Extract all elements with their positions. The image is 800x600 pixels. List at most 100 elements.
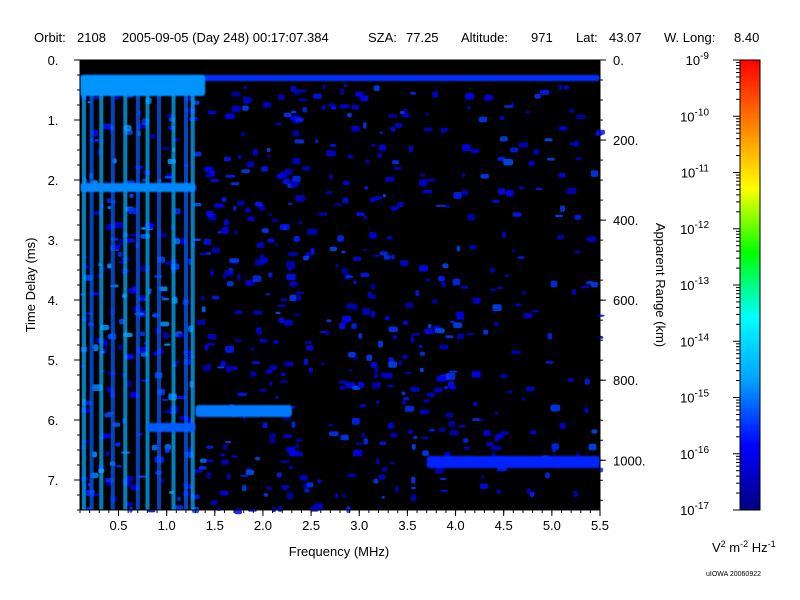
x-tick-label: 2.5 (302, 518, 320, 533)
echo-speckle (259, 338, 268, 343)
echo-speckle (304, 488, 310, 493)
echo-speckle (522, 291, 527, 295)
echo-speckle (233, 205, 237, 211)
echo-speckle (452, 278, 461, 286)
echo-speckle (254, 259, 264, 266)
echo-speckle (201, 306, 206, 313)
echo-speckle (241, 169, 251, 173)
echo-speckle (276, 472, 282, 478)
echo-speckle (284, 168, 293, 176)
echo-speckle (500, 431, 510, 435)
resonance-streak (81, 78, 86, 510)
echo-speckle (255, 456, 261, 461)
echo-speckle (277, 505, 283, 512)
colorbar-tick-label: 10-11 (681, 164, 710, 181)
echo-speckle (176, 496, 181, 501)
echo-speckle (335, 493, 339, 499)
echo-speckle (472, 297, 481, 304)
resonance-streak (145, 78, 150, 510)
echo-speckle (196, 319, 206, 326)
echo-speckle (533, 149, 540, 155)
echo-speckle (237, 392, 247, 397)
echo-speckle (465, 92, 474, 100)
echo-speckle (140, 295, 145, 302)
echo-speckle (277, 304, 286, 307)
echo-speckle (342, 197, 349, 204)
echo-speckle (521, 397, 526, 401)
echo-speckle (574, 214, 582, 220)
echo-speckle (559, 422, 566, 429)
echo-speckle (440, 130, 447, 133)
echo-speckle (402, 320, 408, 325)
echo-speckle (346, 473, 357, 477)
echo-speckle (245, 469, 254, 475)
colorbar: 10-9 10-10 10-11 10-12 10-13 10-14 10-15 10-16 1… (680, 51, 776, 555)
echo-speckle (263, 493, 269, 497)
echo-speckle (341, 268, 349, 274)
echo-speckle (210, 179, 220, 183)
echo-speckle (563, 85, 570, 90)
echo-speckle (396, 202, 404, 208)
echo-speckle (328, 424, 334, 427)
echo-speckle (425, 112, 429, 116)
echo-speckle (289, 294, 297, 302)
echo-speckle (382, 467, 388, 472)
echo-speckle (453, 192, 462, 199)
echo-speckle (326, 150, 336, 157)
echo-speckle (400, 260, 409, 266)
echo-speckle (403, 397, 410, 401)
ionogram-plot-area (79, 59, 605, 515)
echo-speckle (206, 445, 214, 449)
echo-speckle (503, 158, 513, 166)
echo-speckle (426, 178, 435, 182)
echo-speckle (507, 390, 513, 394)
y2-tick-label: 0. (613, 53, 624, 68)
echo-speckle (159, 321, 170, 327)
echo-speckle (456, 311, 464, 318)
echo-speckle (388, 326, 398, 332)
colorbar-tick-label: 10-16 (680, 445, 709, 462)
echo-speckle (456, 245, 461, 252)
echo-speckle (266, 154, 270, 159)
echo-speckle (326, 319, 332, 323)
echo-speckle (275, 311, 281, 314)
echo-speckle (223, 444, 228, 451)
echo-trace (80, 183, 196, 192)
echo-speckle (502, 231, 507, 239)
echo-speckle (287, 266, 293, 271)
echo-speckle (419, 174, 425, 177)
echo-speckle (346, 303, 356, 310)
echo-speckle (483, 433, 492, 436)
echo-speckle (269, 438, 276, 444)
colorbar-unit-label: V2 m-2 Hz-1 (712, 539, 776, 555)
echo-speckle (295, 195, 305, 202)
echo-speckle (210, 270, 215, 276)
colorbar-tick-label: 10-10 (680, 107, 709, 124)
echo-speckle (410, 336, 415, 343)
echo-speckle (221, 197, 227, 202)
echo-speckle (113, 222, 124, 229)
echo-speckle (267, 238, 275, 243)
echo-speckle (415, 290, 420, 297)
echo-speckle (225, 113, 235, 120)
echo-speckle (234, 339, 242, 342)
echo-speckle (226, 281, 234, 287)
echo-speckle (319, 331, 327, 334)
echo-speckle (306, 482, 314, 488)
y-tick-label: 6. (48, 413, 59, 428)
apparent-range-axis: 0. 200. 400. 600. 800. 1000. (600, 53, 646, 501)
echo-speckle (489, 288, 497, 292)
echo-speckle (498, 188, 506, 195)
echo-speckle (584, 378, 590, 385)
echo-speckle (590, 170, 599, 177)
echo-speckle (581, 285, 590, 289)
echo-speckle (363, 122, 367, 129)
echo-speckle (351, 104, 360, 110)
echo-speckle (443, 386, 449, 389)
echo-speckle (356, 212, 365, 216)
echo-speckle (510, 147, 518, 153)
echo-speckle (280, 372, 286, 377)
echo-speckle (491, 445, 501, 451)
echo-speckle (230, 182, 240, 186)
echo-speckle (371, 382, 381, 389)
